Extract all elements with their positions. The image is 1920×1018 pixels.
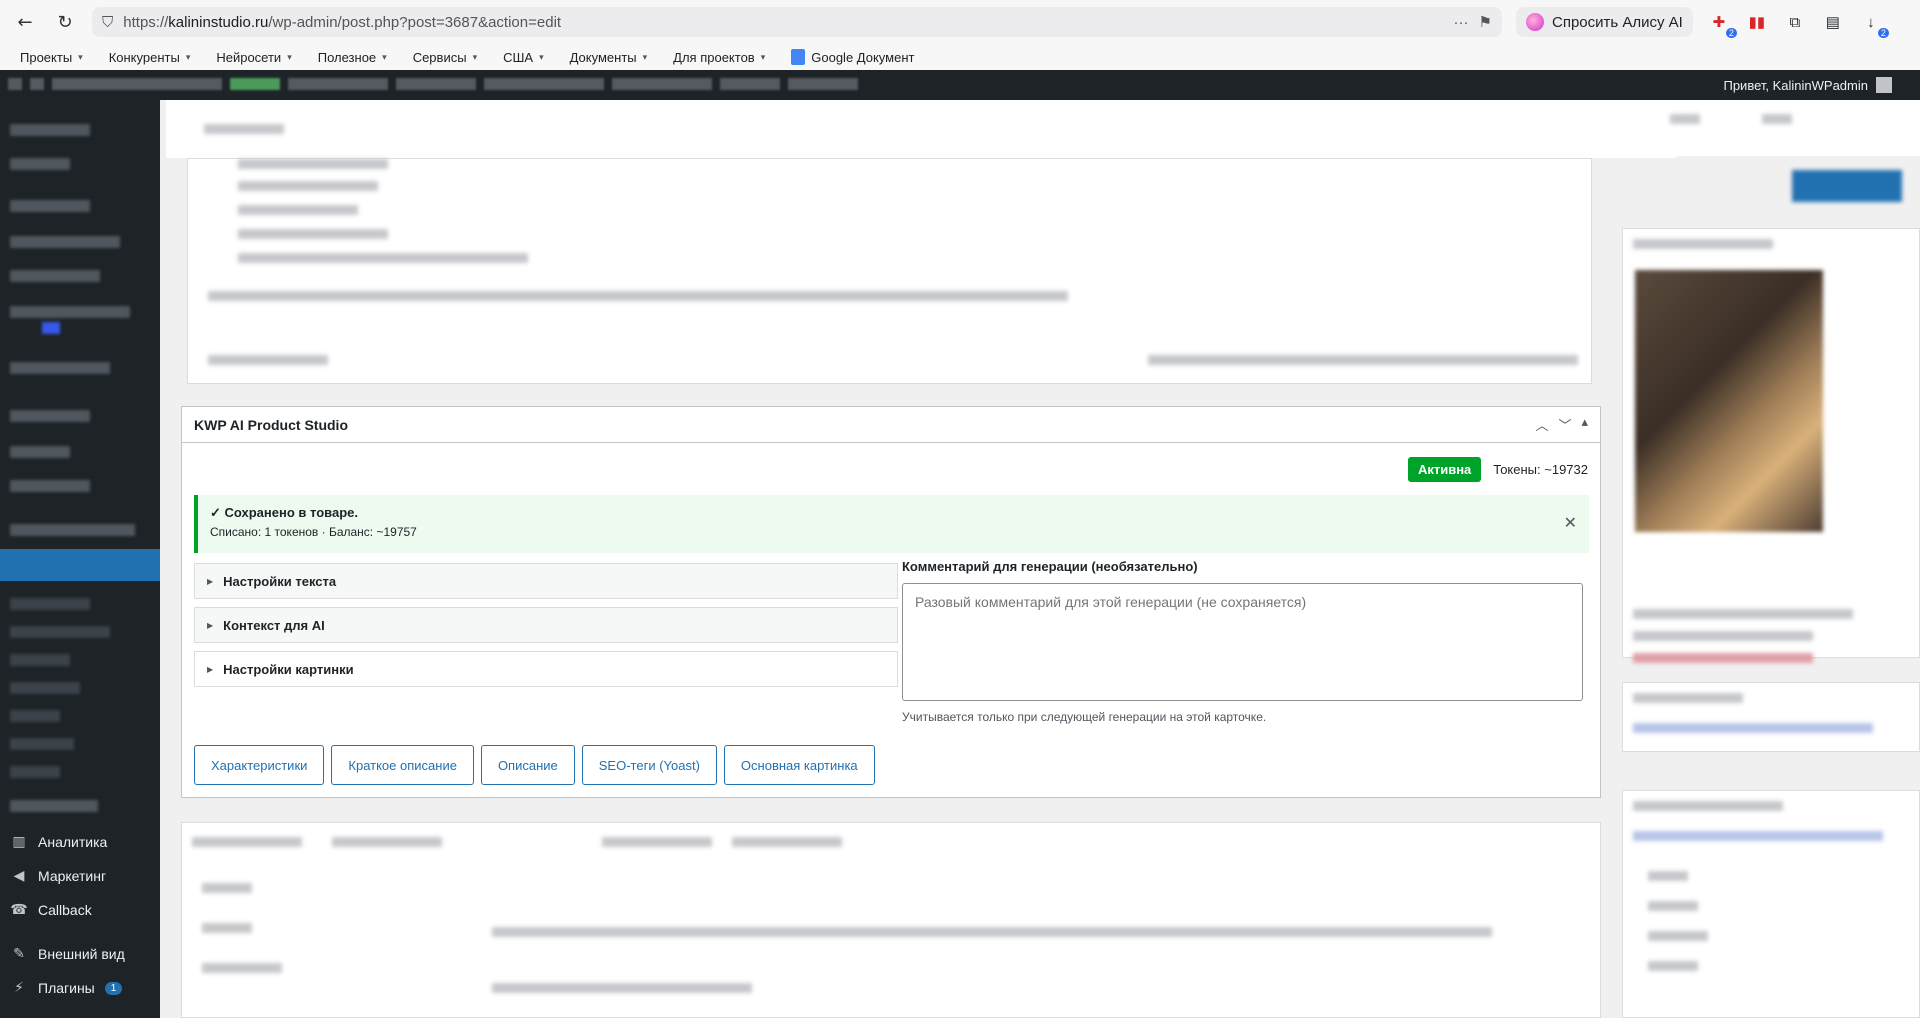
bookmark-google-docs[interactable]: Google Документ bbox=[791, 49, 914, 65]
sidebar-item-appearance[interactable]: ✎ Внешний вид bbox=[10, 946, 125, 962]
collapse-toggle-icon[interactable]: ▴ bbox=[1581, 415, 1588, 434]
site-info-icon[interactable]: ⛉ bbox=[102, 13, 113, 31]
generation-comment-input[interactable] bbox=[902, 583, 1583, 701]
chevron-down-icon: ▾ bbox=[539, 51, 544, 62]
triangle-right-icon: ▶ bbox=[207, 576, 214, 586]
comment-hint: Учитывается только при следующей генерац… bbox=[902, 710, 1267, 724]
move-up-icon[interactable]: ︿ bbox=[1535, 415, 1548, 434]
generate-attributes-button[interactable]: Характеристики bbox=[194, 745, 325, 785]
main-content: KWP AI Product Studio ︿ ﹀ ▴ Активна Токе… bbox=[160, 100, 1920, 1018]
comment-label: Комментарий для генерации (необязательно… bbox=[902, 559, 1198, 574]
editor-header bbox=[166, 100, 1676, 158]
status-badge: Активна bbox=[1407, 457, 1482, 482]
bookmarks-bar: Проекты ▾ Конкуренты ▾ Нейросети ▾ Полезное… bbox=[0, 44, 1920, 70]
kwp-box-title: KWP AI Product Studio bbox=[194, 416, 348, 433]
blurred-widget-gallery bbox=[1622, 682, 1920, 752]
generate-seo-tags-button[interactable]: SEO-теги (Yoast) bbox=[581, 745, 717, 785]
phone-icon: ☎ bbox=[10, 902, 28, 918]
close-icon[interactable]: ✕ bbox=[1564, 513, 1577, 532]
bookmark-folder-competitors[interactable]: Конкуренты ▾ bbox=[109, 50, 191, 65]
chevron-down-icon: ▾ bbox=[642, 51, 648, 62]
accordion-ai-context[interactable]: ▶ Контекст для AI bbox=[194, 607, 898, 643]
wp-admin-bar: Привет, KalininWPadmin bbox=[0, 70, 1920, 100]
url-text: https://kalininstudio.ru/wp-admin/post.p… bbox=[123, 13, 562, 31]
blurred-widget-categories bbox=[1622, 790, 1920, 1018]
browser-toolbar: ← ↻ ⛉ https://kalininstudio.ru/wp-admin/… bbox=[0, 0, 1920, 44]
blurred-description-panel bbox=[187, 158, 1592, 384]
plugins-update-badge: 1 bbox=[104, 981, 123, 995]
accordion-image-settings[interactable]: ▶ Настройки картинки bbox=[194, 651, 898, 687]
sidebar-item-active[interactable] bbox=[0, 549, 160, 581]
back-arrow-icon[interactable]: ← bbox=[12, 9, 38, 35]
sidebar-item-plugins[interactable]: ⚡ Плагины 1 bbox=[10, 980, 123, 996]
chevron-down-icon: ▾ bbox=[78, 51, 83, 62]
bookmark-folder-projects[interactable]: Проекты ▾ bbox=[20, 50, 83, 65]
blurred-product-data-panel bbox=[181, 822, 1601, 1018]
notice-details: Списано: 1 токенов · Баланс: ~19757 bbox=[210, 525, 417, 539]
chevron-down-icon: ▾ bbox=[760, 51, 766, 62]
success-notice: ✓ Сохранено в товаре. Списано: 1 токенов… bbox=[194, 495, 1589, 553]
triangle-right-icon: ▶ bbox=[207, 620, 214, 630]
bookmark-folder-neural[interactable]: Нейросети ▾ bbox=[216, 50, 291, 65]
metrics-extension-icon[interactable]: ▮▮ bbox=[1745, 10, 1769, 34]
reload-icon[interactable]: ↻ bbox=[52, 9, 78, 35]
translate-extension-icon[interactable]: ⧉ bbox=[1783, 10, 1807, 34]
megaphone-icon: ◀ bbox=[13, 868, 25, 884]
kwp-ai-product-studio-box: KWP AI Product Studio ︿ ﹀ ▴ Активна Токе… bbox=[181, 406, 1601, 798]
admin-bar-blurred-items bbox=[8, 78, 858, 90]
chevron-down-icon: ▾ bbox=[287, 51, 292, 62]
more-icon[interactable]: ··· bbox=[1454, 14, 1469, 31]
plugin-icon: ⚡ bbox=[14, 980, 24, 996]
alice-icon bbox=[1526, 13, 1544, 31]
chevron-down-icon: ▾ bbox=[382, 51, 387, 62]
downloads-icon[interactable]: ↓ 2 bbox=[1859, 10, 1889, 38]
generate-description-button[interactable]: Описание bbox=[480, 745, 575, 785]
bookmark-folder-documents[interactable]: Документы ▾ bbox=[570, 50, 648, 65]
tokens-count: Токены: ~19732 bbox=[1493, 462, 1588, 477]
google-docs-icon bbox=[791, 49, 806, 65]
admin-sidebar: ▥ Аналитика ◀ Маркетинг ☎ Callback ✎ Вне… bbox=[0, 100, 160, 1018]
generate-main-image-button[interactable]: Основная картинка bbox=[723, 745, 875, 785]
analytics-icon: ▥ bbox=[12, 834, 26, 850]
move-down-icon[interactable]: ﹀ bbox=[1558, 415, 1571, 434]
blurred-publish-header bbox=[1622, 100, 1920, 156]
avatar bbox=[1876, 77, 1892, 93]
sidebar-item-analytics[interactable]: ▥ Аналитика bbox=[10, 834, 107, 850]
accordion-text-settings[interactable]: ▶ Настройки текста bbox=[194, 563, 898, 599]
notice-title: ✓ Сохранено в товаре. bbox=[210, 505, 358, 520]
chevron-down-icon: ▾ bbox=[185, 51, 191, 62]
bookmark-folder-usa[interactable]: США ▾ bbox=[503, 50, 544, 65]
bookmark-icon[interactable]: ⚑ bbox=[1479, 13, 1492, 31]
mail-extension-icon[interactable]: ✚ 2 bbox=[1707, 10, 1737, 38]
chevron-down-icon: ▾ bbox=[472, 51, 478, 62]
ask-alice-button[interactable]: Спросить Алису AI bbox=[1516, 7, 1693, 37]
admin-greeting[interactable]: Привет, KalininWPadmin bbox=[1723, 77, 1892, 93]
bookmark-folder-for-projects[interactable]: Для проектов ▾ bbox=[673, 50, 765, 65]
bookmark-folder-useful[interactable]: Полезное ▾ bbox=[318, 50, 387, 65]
paintbrush-icon: ✎ bbox=[13, 946, 25, 962]
triangle-right-icon: ▶ bbox=[207, 664, 214, 674]
product-image-thumbnail[interactable] bbox=[1635, 270, 1823, 532]
sidebar-item-callback[interactable]: ☎ Callback bbox=[10, 902, 91, 918]
bookmark-folder-services[interactable]: Сервисы ▾ bbox=[413, 50, 477, 65]
generate-short-description-button[interactable]: Краткое описание bbox=[331, 745, 474, 785]
address-bar[interactable]: ⛉ https://kalininstudio.ru/wp-admin/post… bbox=[92, 7, 1502, 37]
extension-check-icon[interactable]: ▤ bbox=[1821, 10, 1845, 34]
sidebar-item-marketing[interactable]: ◀ Маркетинг bbox=[10, 868, 106, 884]
kwp-box-header: KWP AI Product Studio ︿ ﹀ ▴ bbox=[182, 407, 1600, 443]
